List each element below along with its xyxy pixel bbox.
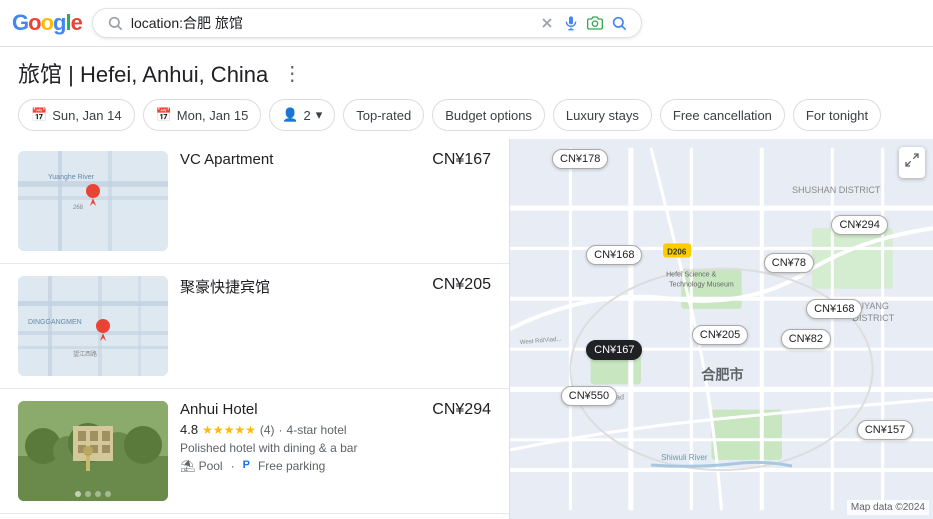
price-pin-5[interactable]: CN¥168 bbox=[806, 299, 862, 319]
hotel-photo-3 bbox=[18, 401, 168, 501]
price-pin-9[interactable]: CN¥550 bbox=[561, 386, 617, 406]
hotel-amenities: ⛱ Pool · P Free parking bbox=[180, 459, 491, 473]
hotel-rating: 4.8 bbox=[180, 422, 198, 437]
hotel-separator: · bbox=[279, 423, 283, 437]
hotel-name-2: 聚豪快捷宾馆 bbox=[180, 276, 270, 297]
price-pin-6[interactable]: CN¥167 bbox=[586, 340, 642, 360]
price-pin-2[interactable]: CN¥168 bbox=[586, 245, 642, 265]
page-title-area: 旅馆 | Hefei, Anhui, China ⋮ bbox=[0, 47, 933, 95]
parking-icon: P bbox=[243, 459, 250, 473]
guests-label: 2 bbox=[304, 108, 311, 123]
budget-options-filter[interactable]: Budget options bbox=[432, 99, 545, 131]
price-pin-8[interactable]: CN¥82 bbox=[781, 329, 831, 349]
camera-search-button[interactable] bbox=[587, 15, 603, 31]
page-title: 旅馆 | Hefei, Anhui, China bbox=[18, 57, 268, 89]
map-watermark: Map data ©2024 bbox=[847, 500, 929, 515]
search-submit-button[interactable] bbox=[611, 15, 627, 31]
hotel-category: 4-star hotel bbox=[287, 423, 347, 437]
free-cancellation-filter[interactable]: Free cancellation bbox=[660, 99, 785, 131]
voice-search-button[interactable] bbox=[563, 15, 579, 31]
hotel-info-2: 聚豪快捷宾馆 CN¥205 bbox=[180, 276, 491, 297]
hotel-price-2: CN¥205 bbox=[432, 276, 491, 294]
hotel-map-thumb-1: Yuanghe River 268 bbox=[18, 151, 168, 251]
price-pin-4[interactable]: CN¥78 bbox=[764, 253, 814, 273]
svg-text:望江西路: 望江西路 bbox=[73, 350, 97, 358]
for-tonight-filter[interactable]: For tonight bbox=[793, 99, 881, 131]
parking-amenity: Free parking bbox=[258, 459, 325, 473]
amenity-dot: · bbox=[231, 459, 235, 473]
main-layout: Yuanghe River 268 VC Apartment CN¥167 bbox=[0, 139, 933, 519]
top-rated-filter[interactable]: Top-rated bbox=[343, 99, 424, 131]
hotel-name-1: VC Apartment bbox=[180, 151, 273, 168]
price-pin-3[interactable]: CN¥294 bbox=[831, 215, 887, 235]
search-bar bbox=[92, 8, 642, 38]
hotel-rating-row: 4.8 ★★★★★ (4) · 4-star hotel bbox=[180, 422, 491, 437]
map-expand-button[interactable] bbox=[899, 147, 925, 178]
hotel-name-3: Anhui Hotel bbox=[180, 401, 258, 418]
header: Google bbox=[0, 0, 933, 47]
calendar-icon-2: 📅 bbox=[156, 107, 172, 123]
price-pin-10[interactable]: CN¥157 bbox=[857, 420, 913, 440]
svg-text:SHUSHAN DISTRICT: SHUSHAN DISTRICT bbox=[792, 185, 881, 195]
left-panel: Yuanghe River 268 VC Apartment CN¥167 bbox=[0, 139, 510, 519]
svg-text:Shiwuli River: Shiwuli River bbox=[661, 453, 708, 462]
hotel-card-vc-apartment[interactable]: Yuanghe River 268 VC Apartment CN¥167 bbox=[0, 139, 509, 264]
luxury-stays-filter[interactable]: Luxury stays bbox=[553, 99, 652, 131]
svg-text:合肥市: 合肥市 bbox=[701, 366, 743, 382]
hotel-stars: ★★★★★ bbox=[202, 423, 256, 437]
chevron-down-icon: ▾ bbox=[316, 107, 323, 123]
svg-text:Yuanghe River: Yuanghe River bbox=[48, 174, 95, 181]
hotel-map-thumb-2: DINGGANGMEN 望江西路 bbox=[18, 276, 168, 376]
more-options-button[interactable]: ⋮ bbox=[276, 59, 308, 88]
checkin-label: Sun, Jan 14 bbox=[52, 108, 121, 123]
search-icon bbox=[107, 15, 123, 31]
guests-filter[interactable]: 👤 2 ▾ bbox=[269, 99, 335, 131]
map-panel: SHUSHAN DISTRICT LUYANG DISTRICT 合肥市 Shi… bbox=[510, 139, 933, 519]
hotel-card-anhui[interactable]: Anhui Hotel CN¥294 4.8 ★★★★★ (4) · 4-sta… bbox=[0, 389, 509, 514]
checkin-filter[interactable]: 📅 Sun, Jan 14 bbox=[18, 99, 135, 131]
hotel-price-1: CN¥167 bbox=[432, 151, 491, 169]
pool-amenity: ⛱ Pool bbox=[180, 459, 223, 473]
hotel-description: Polished hotel with dining & a bar bbox=[180, 441, 491, 455]
checkout-label: Mon, Jan 15 bbox=[177, 108, 249, 123]
checkout-filter[interactable]: 📅 Mon, Jan 15 bbox=[143, 99, 262, 131]
person-icon: 👤 bbox=[282, 107, 298, 123]
calendar-icon: 📅 bbox=[31, 107, 47, 123]
hotel-price-3: CN¥294 bbox=[432, 401, 491, 419]
svg-text:D206: D206 bbox=[667, 247, 687, 256]
google-logo: Google bbox=[12, 10, 82, 36]
hotel-info-3: Anhui Hotel CN¥294 4.8 ★★★★★ (4) · 4-sta… bbox=[180, 401, 491, 473]
search-input[interactable] bbox=[131, 15, 531, 31]
filter-bar: 📅 Sun, Jan 14 📅 Mon, Jan 15 👤 2 ▾ Top-ra… bbox=[0, 95, 933, 139]
hotel-info-1: VC Apartment CN¥167 bbox=[180, 151, 491, 169]
clear-button[interactable] bbox=[539, 15, 555, 31]
hotel-card-julhao[interactable]: DINGGANGMEN 望江西路 聚豪快捷宾馆 CN¥205 bbox=[0, 264, 509, 389]
price-pin-1[interactable]: CN¥178 bbox=[552, 149, 608, 169]
svg-text:268: 268 bbox=[73, 205, 84, 211]
hotel-reviews: (4) bbox=[260, 423, 275, 437]
svg-text:DINGGANGMEN: DINGGANGMEN bbox=[28, 319, 82, 326]
price-pin-7[interactable]: CN¥205 bbox=[692, 325, 748, 345]
svg-text:Technology Museum: Technology Museum bbox=[669, 282, 734, 289]
svg-text:Hefei Science &: Hefei Science & bbox=[666, 272, 716, 279]
